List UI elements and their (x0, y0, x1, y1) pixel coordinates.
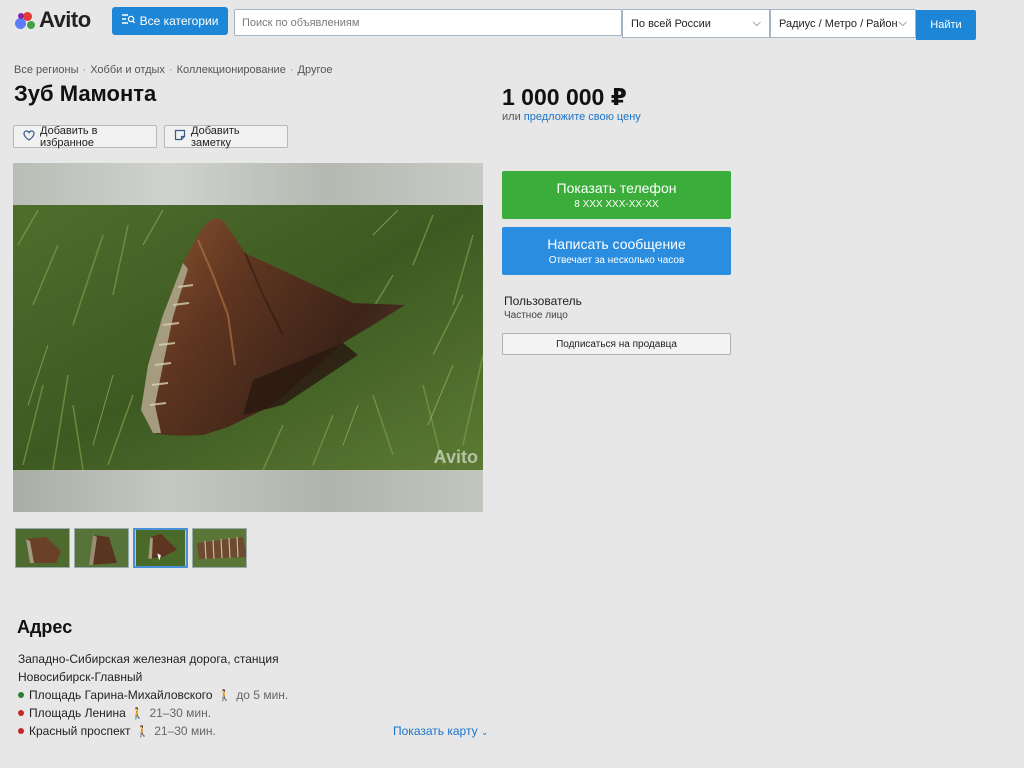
mammoth-tooth-photo: Avito (13, 205, 483, 470)
logo-text: Avito (39, 7, 91, 32)
photo-thumbnail[interactable] (192, 528, 247, 568)
search-placeholder: Поиск по объявлениям (242, 16, 360, 29)
add-favorite-button[interactable]: Добавить в избранное (13, 124, 157, 149)
all-categories-label: Все категории (139, 14, 219, 28)
add-note-label: Добавить заметку (191, 124, 240, 149)
response-time: Отвечает за несколько часов (548, 255, 685, 266)
breadcrumb: Все регионы · Хобби и отдых · Коллекцион… (14, 64, 332, 76)
metro-station-name: Красный проспект (29, 724, 131, 738)
metro-station-name: Площадь Ленина (29, 706, 126, 720)
breadcrumb-item[interactable]: Другое (298, 64, 333, 76)
metro-line-dot (18, 710, 24, 716)
write-message-button[interactable]: Написать сообщение Отвечает за несколько… (502, 227, 731, 275)
metro-station: Площадь Гарина-Михайловского 🚶 до 5 мин. (18, 688, 288, 702)
price-offer: или предложите свою цену (502, 111, 641, 123)
photo-watermark: Avito (434, 447, 478, 467)
photo-thumbnail[interactable] (74, 528, 129, 568)
photo-blur-bottom (13, 470, 483, 512)
metro-line-dot (18, 728, 24, 734)
photo-blur-top (13, 163, 483, 205)
walking-icon: 🚶 (135, 725, 150, 738)
note-icon (174, 129, 186, 144)
price: 1 000 000 ₽ (502, 84, 627, 110)
metro-walk-time: 21–30 мин. (154, 724, 216, 738)
breadcrumb-separator: · (289, 64, 294, 76)
avito-logo-icon (14, 9, 36, 31)
metro-line-dot (18, 692, 24, 698)
chevron-down-icon: ⌵ (752, 17, 761, 29)
breadcrumb-item[interactable]: Хобби и отдых (90, 64, 165, 76)
breadcrumb-separator: · (168, 64, 173, 76)
add-favorite-label: Добавить в избранное (40, 124, 98, 149)
offer-price-link[interactable]: предложите свою цену (524, 111, 641, 123)
breadcrumb-separator: · (82, 64, 87, 76)
all-categories-button[interactable]: Все категории (112, 7, 228, 35)
write-message-label: Написать сообщение (547, 236, 686, 252)
photo-thumbnails (15, 528, 247, 568)
show-phone-button[interactable]: Показать телефон 8 XXX XXX-XX-XX (502, 171, 731, 219)
radius-select[interactable]: Радиус / Метро / Район ⌵ (770, 9, 916, 38)
show-phone-label: Показать телефон (556, 180, 677, 196)
masked-phone-number: 8 XXX XXX-XX-XX (574, 199, 659, 210)
radius-select-value: Радиус / Метро / Район (779, 17, 898, 30)
metro-station: Красный проспект 🚶 21–30 мин. (18, 724, 216, 738)
photo-thumbnail-active[interactable] (133, 528, 188, 568)
region-select-value: По всей России (631, 17, 711, 30)
show-map-link[interactable]: Показать карту ⌄ (393, 724, 488, 738)
address-heading: Адрес (17, 617, 73, 637)
metro-station-name: Площадь Гарина-Михайловского (29, 688, 213, 702)
subscribe-seller-button[interactable]: Подписаться на продавца (502, 333, 731, 355)
walking-icon: 🚶 (217, 689, 232, 702)
photo-thumbnail[interactable] (15, 528, 70, 568)
seller-type: Частное лицо (504, 310, 568, 321)
region-select[interactable]: По всей России ⌵ (622, 9, 770, 38)
avito-logo[interactable]: Avito (14, 7, 91, 33)
breadcrumb-item[interactable]: Коллекционирование (177, 64, 286, 76)
categories-search-icon (121, 14, 135, 28)
search-input[interactable]: Поиск по объявлениям (234, 9, 622, 36)
add-note-button[interactable]: Добавить заметку (164, 124, 288, 149)
metro-walk-time: 21–30 мин. (149, 706, 212, 720)
find-button[interactable]: Найти (916, 10, 976, 40)
breadcrumb-item[interactable]: Все регионы (14, 64, 79, 76)
show-map-label: Показать карту (393, 724, 478, 738)
walking-icon: 🚶 (130, 707, 145, 720)
heart-icon (23, 129, 35, 144)
page-title: Зуб Мамонта (14, 81, 157, 106)
metro-walk-time: до 5 мин. (236, 688, 289, 702)
listing-photo-gallery[interactable]: Avito (13, 163, 483, 512)
address-text: Западно-Сибирская железная дорога, станц… (18, 652, 279, 684)
seller-name[interactable]: Пользователь (504, 294, 582, 308)
metro-station: Площадь Ленина 🚶 21–30 мин. (18, 706, 211, 720)
chevron-down-icon: ⌄ (480, 727, 489, 737)
price-or-text: или (502, 111, 521, 123)
chevron-down-icon: ⌵ (898, 17, 907, 29)
